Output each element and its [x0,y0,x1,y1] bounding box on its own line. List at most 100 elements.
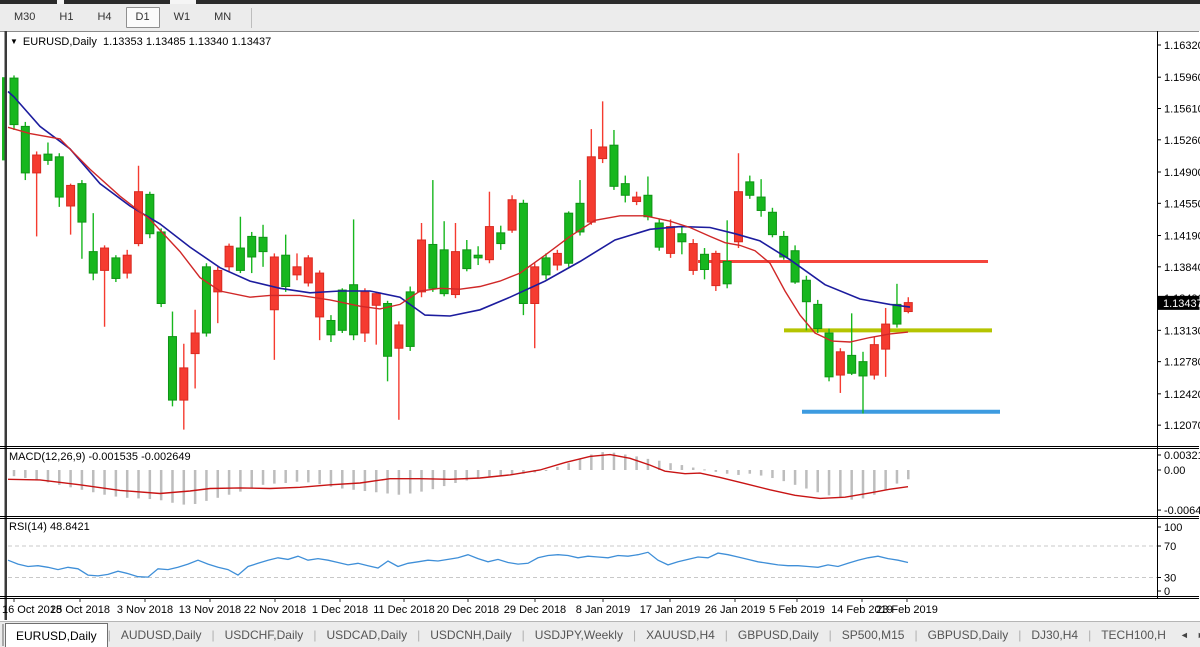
bull-candle [44,154,52,160]
chart-symbol-label: EURUSD,Daily [23,36,97,48]
chart-ohlc-values: 1.13353 1.13485 1.13340 1.13437 [103,36,271,48]
macd-tick-label: -0.006485 [1164,505,1200,517]
macd-bar [69,470,72,487]
bear-candle [418,240,426,292]
macd-bar [194,470,197,504]
macd-bar [420,470,423,492]
bull-candle [350,285,358,335]
price-tick-label: 1.15260 [1164,135,1200,147]
date-tick-label: 25 Oct 2018 [50,604,110,616]
tab-tech100-h[interactable]: TECH100,H [1091,622,1176,647]
price-tick-label: 1.12070 [1164,420,1200,432]
current-price-marker: 1.13437 [1158,296,1200,310]
macd-bar [749,470,752,474]
bull-candle [282,255,290,286]
tabbar-grip[interactable] [2,624,4,646]
bear-candle [67,185,75,206]
price-chart-canvas[interactable]: 1.163201.159601.156101.152601.149001.145… [0,0,1200,647]
bull-candle [89,252,97,273]
macd-bar [307,470,310,482]
date-tick-label: 17 Jan 2019 [640,604,701,616]
bull-candle [327,320,335,334]
svg-text:1.13437: 1.13437 [1163,298,1200,310]
bull-candle [746,182,754,195]
macd-bar [681,465,684,470]
macd-bar [318,470,321,484]
macd-bar [341,470,344,489]
tab-scroll-left-icon[interactable]: ◄ [1176,628,1193,642]
tab-dj30-h4[interactable]: DJ30,H4 [1021,622,1088,647]
price-tick-label: 1.12780 [1164,357,1200,369]
macd-bar [771,470,774,478]
bull-candle [542,258,550,275]
bull-candle [474,255,482,258]
bull-candle [497,233,505,244]
macd-bar [160,470,163,500]
macd-bar [839,470,842,498]
tab-xauusd-h4[interactable]: XAUUSD,H4 [636,622,725,647]
macd-tick-label: 0.00 [1164,465,1185,477]
bear-candle [225,246,233,267]
tab-usdcnh-daily[interactable]: USDCNH,Daily [420,622,521,647]
macd-bar [579,459,582,470]
bull-candle [55,157,63,197]
macd-bar [183,470,186,505]
bull-candle [768,212,776,234]
rsi-tick-label: 30 [1164,573,1176,585]
bull-candle [678,234,686,242]
bull-candle [202,267,210,333]
date-tick-label: 13 Nov 2018 [179,604,241,616]
bear-candle [836,352,844,375]
macd-bar [873,470,876,495]
date-tick-label: 22 Nov 2018 [244,604,306,616]
macd-bar [217,470,220,498]
trading-terminal-window: M30H1H4D1W1MN ▼EURUSD,Daily 1.13353 1.13… [0,0,1200,647]
bull-candle [610,145,618,186]
macd-bar [692,468,695,470]
bear-candle [485,227,493,260]
bull-candle [519,203,527,303]
tab-scroll-right-icon[interactable]: ► [1193,628,1200,642]
symbol-tab-bar: EURUSD,Daily|AUDUSD,Daily|USDCHF,Daily|U… [0,621,1200,647]
bear-candle [372,294,380,306]
bull-candle [78,184,86,222]
bull-candle [859,362,867,376]
tab-scroll-arrows: ◄ ► [1176,622,1200,647]
rsi-pane-label: RSI(14) 48.8421 [9,521,90,533]
macd-bar [783,470,786,481]
chart-header: ▼ EURUSD,Daily 1.13353 1.13485 1.13340 1.… [10,36,271,48]
macd-bar [364,470,367,491]
bear-candle [33,155,41,173]
tab-audusd-daily[interactable]: AUDUSD,Daily [111,622,212,647]
price-tick-label: 1.15960 [1164,72,1200,84]
macd-bar [635,456,638,470]
bear-candle [882,324,890,349]
tab-gbpusd-daily[interactable]: GBPUSD,Daily [918,622,1019,647]
bear-candle [712,253,720,285]
macd-bar [907,470,910,479]
macd-bar [386,470,389,493]
tab-gbpusd-daily[interactable]: GBPUSD,Daily [728,622,829,647]
tab-sp500-m15[interactable]: SP500,M15 [832,622,915,647]
macd-bar [669,463,672,470]
macd-bar [250,470,253,488]
macd-bar [454,470,457,483]
macd-bar [896,470,899,484]
bear-candle [316,273,324,317]
tab-usdjpy-weekly[interactable]: USDJPY,Weekly [525,622,633,647]
macd-bar [794,470,797,485]
tab-usdcad-daily[interactable]: USDCAD,Daily [316,622,417,647]
macd-bar [737,470,740,475]
price-tick-label: 1.12420 [1164,389,1200,401]
date-tick-label: 20 Dec 2018 [437,604,499,616]
bull-candle [802,280,810,301]
bear-candle [587,157,595,222]
bear-candle [395,325,403,348]
tab-usdchf-daily[interactable]: USDCHF,Daily [215,622,314,647]
bear-candle [123,255,131,273]
chevron-down-icon[interactable]: ▼ [10,37,18,46]
date-tick-label: 8 Jan 2019 [576,604,630,616]
bull-candle [384,303,392,356]
tab-eurusd-daily[interactable]: EURUSD,Daily [5,623,108,647]
macd-tick-label: 0.003216 [1164,450,1200,462]
